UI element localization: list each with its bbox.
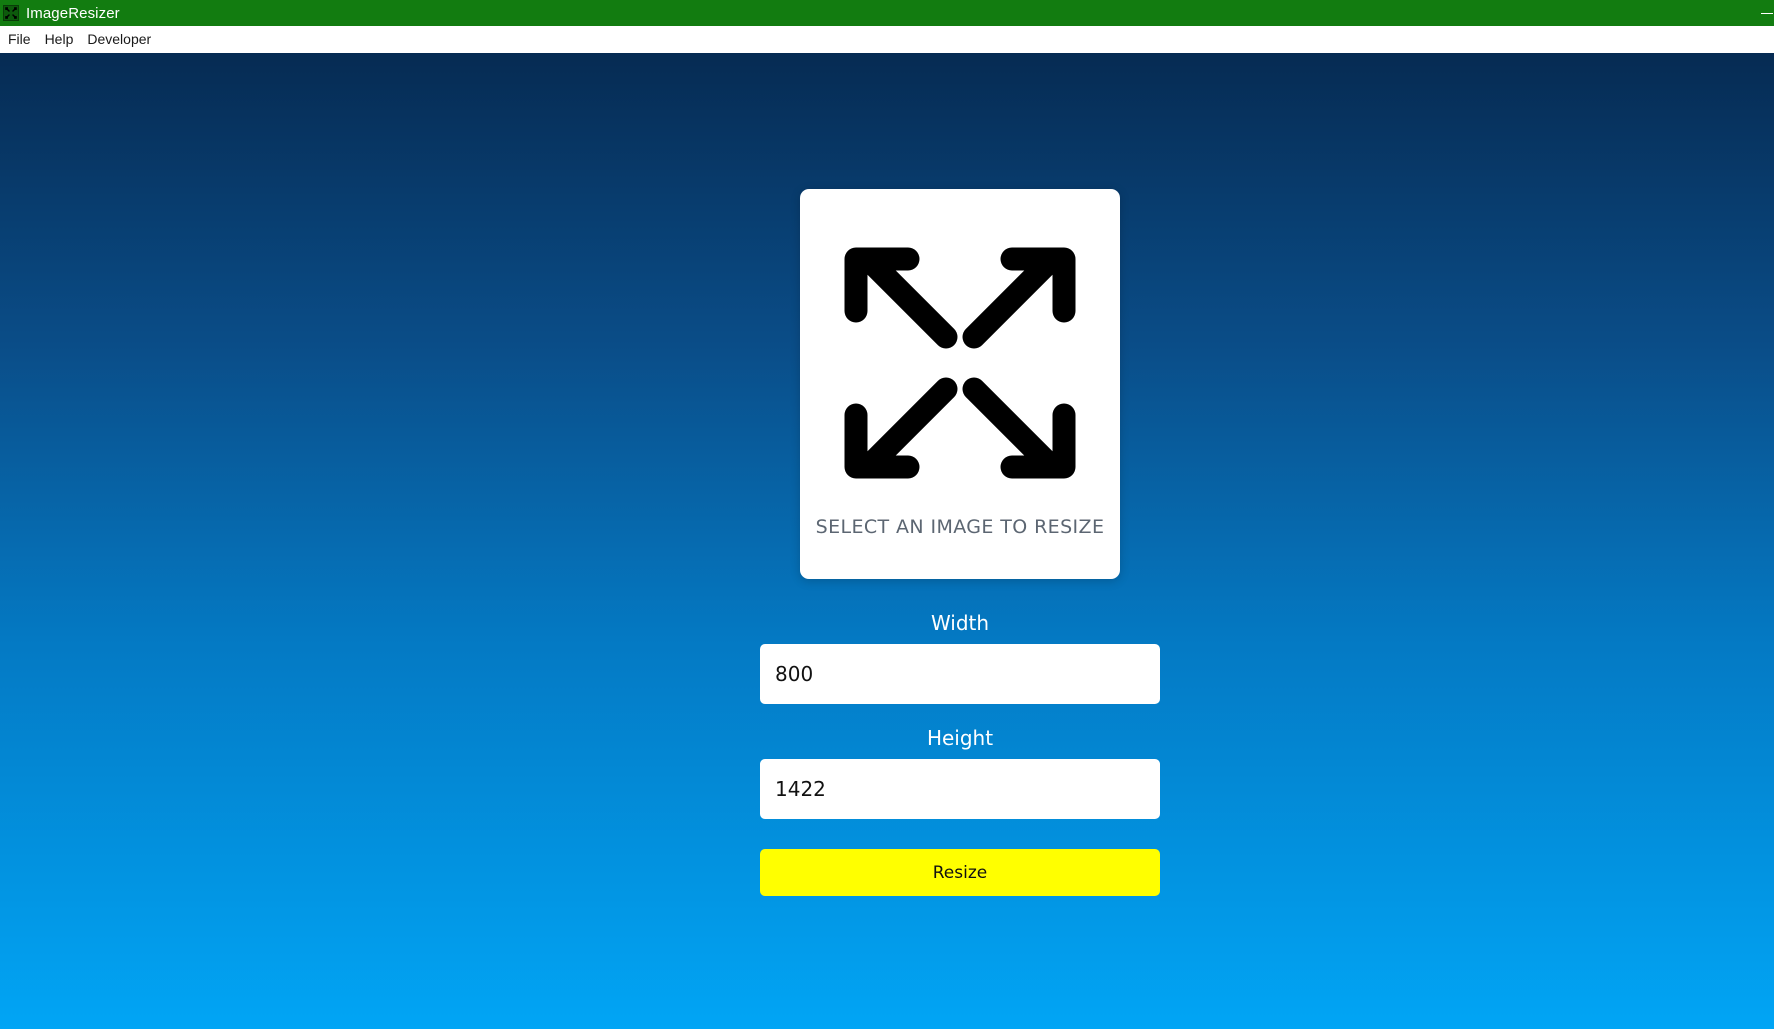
width-label: Width xyxy=(930,611,990,635)
title-bar: ImageResizer xyxy=(0,0,1774,26)
select-image-prompt: SELECT AN IMAGE TO RESIZE xyxy=(815,516,1105,538)
window-title: ImageResizer xyxy=(26,4,120,22)
menu-developer[interactable]: Developer xyxy=(80,26,158,53)
image-select-dropzone[interactable]: SELECT AN IMAGE TO RESIZE xyxy=(800,189,1120,579)
minimize-button[interactable] xyxy=(1760,0,1774,26)
minimize-icon xyxy=(1761,12,1773,14)
resize-button[interactable]: Resize xyxy=(760,849,1160,896)
menu-bar: File Help Developer xyxy=(0,26,1774,53)
width-input[interactable] xyxy=(760,644,1160,704)
height-input[interactable] xyxy=(760,759,1160,819)
expand-arrows-icon xyxy=(844,247,1076,479)
main-panel: SELECT AN IMAGE TO RESIZE Width Height R… xyxy=(0,53,1774,1029)
height-label: Height xyxy=(926,726,994,750)
menu-help[interactable]: Help xyxy=(38,26,81,53)
app-expand-arrows-icon xyxy=(2,4,20,22)
menu-file[interactable]: File xyxy=(0,26,38,53)
